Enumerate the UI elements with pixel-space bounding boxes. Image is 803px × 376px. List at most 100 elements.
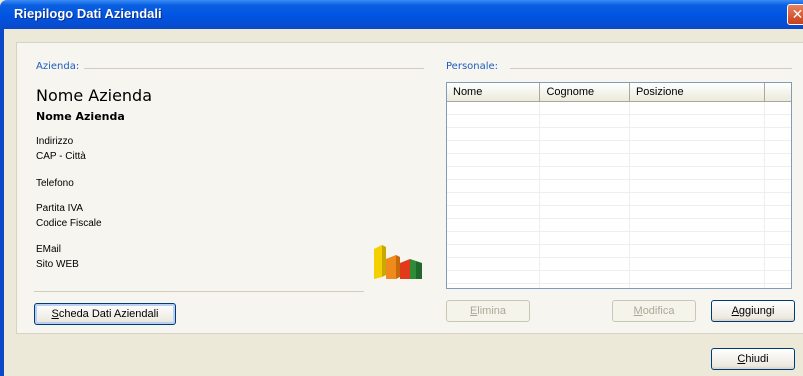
column-header-posizione[interactable]: Posizione	[630, 83, 766, 101]
column-header-cognome[interactable]: Cognome	[540, 83, 630, 101]
table-row	[447, 193, 791, 206]
table-row	[447, 258, 791, 271]
table-cell	[630, 154, 766, 166]
table-row	[447, 232, 791, 245]
table-cell	[540, 206, 630, 218]
table-cell	[630, 141, 766, 153]
table-cell	[447, 193, 541, 205]
table-row	[447, 284, 791, 288]
button-label: ggiungi	[738, 305, 775, 317]
table-cell	[630, 219, 766, 231]
table-cell	[765, 115, 791, 127]
table-cell	[447, 271, 541, 283]
table-cell	[540, 219, 630, 231]
table-row	[447, 271, 791, 284]
table-cell	[540, 167, 630, 179]
aggiungi-button[interactable]: Aggiungi	[711, 300, 795, 322]
table-cell	[630, 115, 766, 127]
table-cell	[765, 167, 791, 179]
modifica-button[interactable]: Modifica	[612, 300, 696, 322]
table-cell	[540, 193, 630, 205]
azienda-group-line	[84, 68, 424, 69]
table-cell	[447, 180, 541, 192]
table-row	[447, 154, 791, 167]
table-cell	[630, 206, 766, 218]
personale-group-label: Personale:	[446, 61, 499, 72]
table-cell	[447, 284, 541, 288]
personale-table[interactable]: Nome Cognome Posizione	[446, 82, 792, 289]
title-bar: Riepilogo Dati Aziendali	[0, 0, 803, 29]
company-name-large: Nome Azienda	[36, 86, 153, 105]
personale-group-line	[510, 68, 792, 69]
address-label: Indirizzo	[36, 136, 74, 147]
button-mnemonic: M	[633, 305, 643, 317]
table-cell	[630, 245, 766, 257]
button-label: cheda Dati Aziendali	[58, 308, 159, 320]
button-label: limina	[477, 305, 507, 317]
button-label: odifica	[642, 305, 675, 317]
window-title: Riepilogo Dati Aziendali	[14, 6, 162, 21]
bar-chart-icon	[374, 245, 422, 279]
vat-label: Partita IVA	[36, 203, 84, 214]
table-cell	[630, 284, 766, 288]
button-label: hiudi	[745, 353, 769, 365]
table-row	[447, 115, 791, 128]
table-cell	[540, 128, 630, 140]
table-cell	[765, 180, 791, 192]
table-cell	[540, 180, 630, 192]
phone-label: Telefono	[36, 178, 74, 189]
table-cell	[447, 115, 541, 127]
window-frame	[0, 29, 4, 376]
table-cell	[630, 271, 766, 283]
table-cell	[447, 167, 541, 179]
email-label: EMail	[36, 244, 62, 255]
table-header: Nome Cognome Posizione	[447, 83, 791, 102]
chiudi-button[interactable]: Chiudi	[711, 348, 795, 370]
table-cell	[540, 284, 630, 288]
table-cell	[630, 232, 766, 244]
table-row	[447, 128, 791, 141]
table-cell	[630, 167, 766, 179]
table-cell	[765, 154, 791, 166]
table-cell	[540, 154, 630, 166]
table-cell	[540, 245, 630, 257]
company-name-bold: Nome Azienda	[36, 110, 125, 123]
table-cell	[630, 128, 766, 140]
table-row	[447, 245, 791, 258]
table-cell	[765, 141, 791, 153]
table-cell	[765, 284, 791, 288]
table-cell	[447, 128, 541, 140]
table-cell	[765, 219, 791, 231]
table-row	[447, 141, 791, 154]
table-cell	[447, 232, 541, 244]
table-cell	[765, 102, 791, 114]
table-cell	[765, 128, 791, 140]
table-body	[447, 102, 791, 288]
column-header-filler	[765, 83, 791, 101]
table-cell	[630, 258, 766, 270]
cap-city-label: CAP - Città	[36, 151, 86, 162]
table-cell	[765, 258, 791, 270]
table-cell	[540, 102, 630, 114]
table-cell	[447, 219, 541, 231]
elimina-button[interactable]: Elimina	[446, 300, 530, 322]
table-cell	[765, 271, 791, 283]
table-cell	[765, 206, 791, 218]
table-row	[447, 180, 791, 193]
azienda-separator	[34, 291, 364, 292]
scheda-dati-aziendali-button[interactable]: Scheda Dati Aziendali	[34, 303, 176, 325]
table-cell	[540, 141, 630, 153]
table-cell	[630, 102, 766, 114]
table-cell	[447, 258, 541, 270]
azienda-group-label: Azienda:	[36, 61, 80, 72]
table-cell	[447, 102, 541, 114]
table-cell	[447, 141, 541, 153]
table-cell	[447, 245, 541, 257]
close-icon[interactable]: ✕	[787, 4, 803, 25]
table-cell	[630, 193, 766, 205]
column-header-nome[interactable]: Nome	[447, 83, 541, 101]
table-cell	[765, 232, 791, 244]
table-cell	[540, 232, 630, 244]
table-cell	[630, 180, 766, 192]
table-row	[447, 206, 791, 219]
